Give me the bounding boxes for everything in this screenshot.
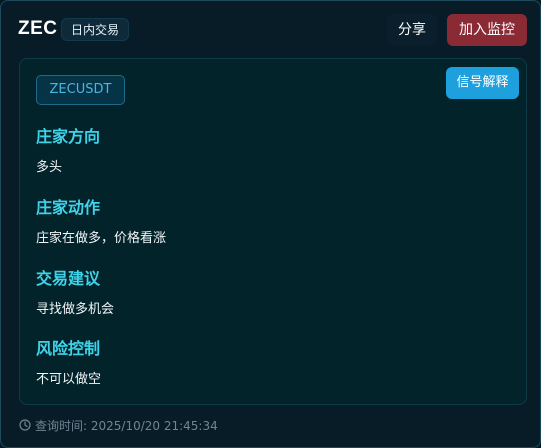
section-text-advice: 寻找做多机会: [36, 302, 115, 317]
share-button[interactable]: 分享: [387, 14, 437, 46]
section-title-direction: 庄家方向: [36, 127, 101, 146]
card-header: ZEC 日内交易 分享 加入监控: [1, 1, 540, 59]
query-time-text: 查询时间: 2025/10/20 21:45:34: [35, 418, 218, 433]
section-title-risk: 风险控制: [36, 339, 101, 358]
section-title-action: 庄家动作: [36, 198, 101, 217]
coin-symbol: ZEC: [18, 18, 58, 39]
section-title-advice: 交易建议: [36, 269, 101, 288]
trade-type-tag: 日内交易: [61, 18, 130, 41]
signal-explain-button[interactable]: 信号解释: [446, 67, 519, 99]
query-time-footer: 查询时间: 2025/10/20 21:45:34: [19, 417, 218, 433]
signal-card: ZEC 日内交易 分享 加入监控 ZECUSDT 信号解释 庄家方向 多头 庄家…: [0, 0, 541, 448]
add-monitor-button[interactable]: 加入监控: [447, 14, 527, 46]
section-text-risk: 不可以做空: [36, 372, 102, 387]
section-text-direction: 多头: [36, 160, 63, 175]
section-text-action: 庄家在做多，价格看涨: [36, 231, 167, 246]
signal-panel: ZECUSDT 信号解释 庄家方向 多头 庄家动作 庄家在做多，价格看涨 交易建…: [19, 58, 527, 405]
pair-badge: ZECUSDT: [36, 75, 125, 105]
clock-icon: [19, 419, 31, 431]
